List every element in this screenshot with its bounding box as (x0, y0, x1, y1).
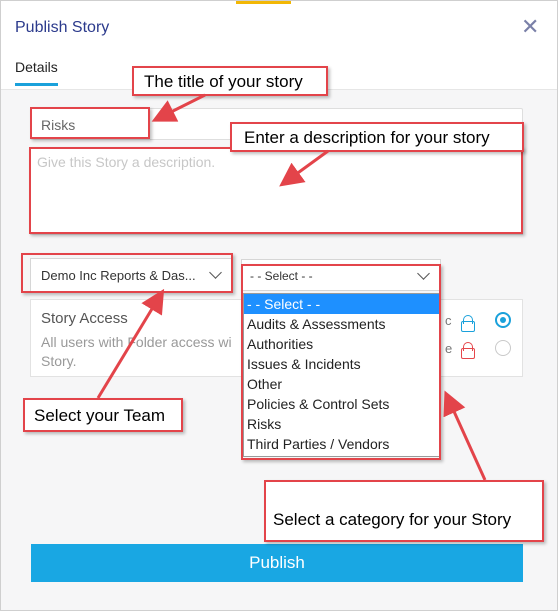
public-radio[interactable] (495, 312, 511, 328)
publish-button[interactable]: Publish (31, 544, 523, 582)
access-description: All users with Folder access wi Story. (41, 334, 232, 369)
team-select-value: Demo Inc Reports & Das... (41, 268, 196, 283)
public-option-label: c (445, 313, 452, 328)
chevron-down-icon (417, 267, 430, 280)
category-option[interactable]: Risks (244, 414, 440, 434)
category-select-value: - - Select - - (250, 269, 313, 283)
category-option[interactable]: Other (244, 374, 440, 394)
top-accent-bar (236, 1, 291, 4)
category-option[interactable]: Third Parties / Vendors (244, 434, 440, 454)
private-radio[interactable] (495, 340, 511, 356)
category-option[interactable]: Audits & Assessments (244, 314, 440, 334)
close-icon[interactable]: ✕ (521, 16, 539, 38)
category-select[interactable]: - - Select - - (241, 259, 441, 291)
lock-icon (461, 342, 475, 359)
access-title: Story Access (41, 310, 128, 327)
dialog-header: Publish Story ✕ (1, 5, 557, 49)
private-option-label: e (445, 341, 453, 356)
chevron-down-icon (209, 266, 222, 279)
category-option[interactable]: Issues & Incidents (244, 354, 440, 374)
team-select[interactable]: Demo Inc Reports & Das... (30, 258, 233, 292)
category-option[interactable]: Policies & Control Sets (244, 394, 440, 414)
unlock-icon (461, 315, 475, 332)
dialog-title: Publish Story (15, 19, 110, 36)
tab-details[interactable]: Details (15, 59, 58, 86)
category-dropdown-list: - - Select - - Audits & Assessments Auth… (243, 293, 441, 457)
category-option[interactable]: - - Select - - (244, 294, 440, 314)
tab-bar: Details (1, 53, 557, 90)
category-option[interactable]: Authorities (244, 334, 440, 354)
story-description-field[interactable]: Give this Story a description. (30, 147, 523, 235)
story-title-input[interactable]: Risks (30, 108, 523, 140)
publish-story-dialog: Publish Story ✕ Details Risks Give this … (0, 0, 558, 611)
